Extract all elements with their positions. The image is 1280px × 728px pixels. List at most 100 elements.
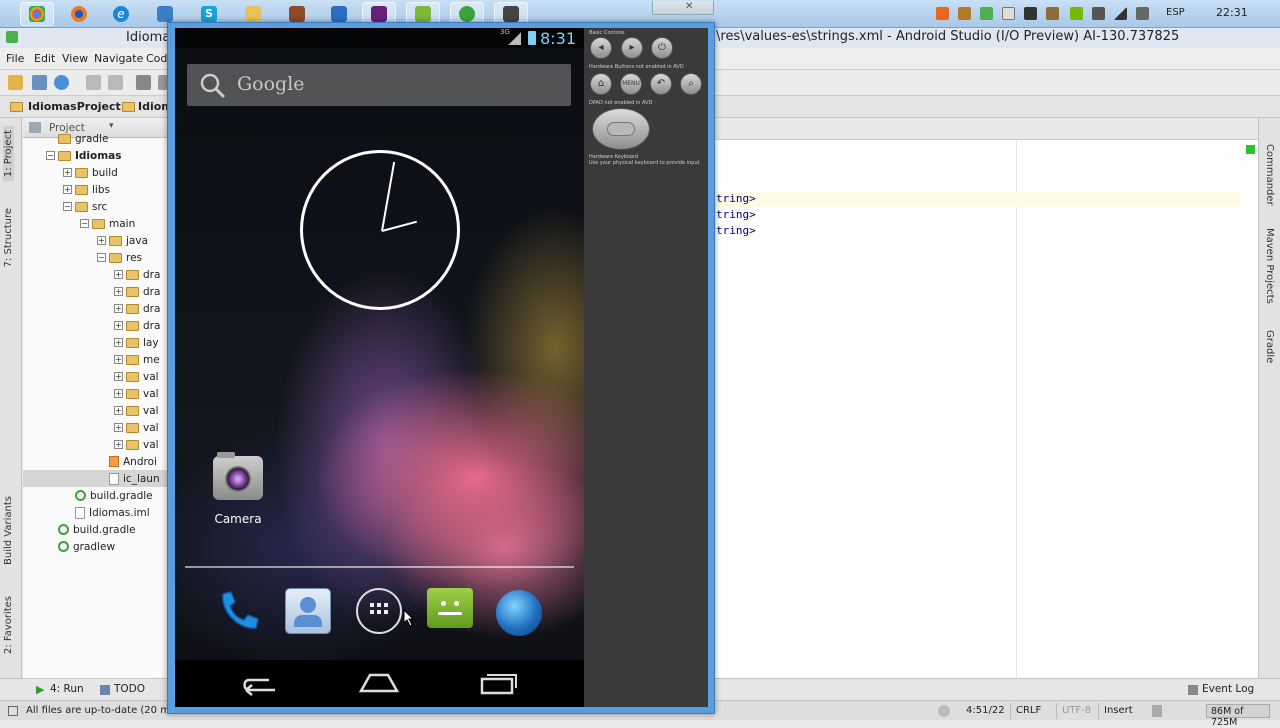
tree-item[interactable]: + lay bbox=[23, 334, 170, 351]
volume-icon[interactable] bbox=[1136, 7, 1149, 20]
caret-position[interactable]: 4:51/22 bbox=[966, 705, 1005, 716]
tree-item[interactable]: − src bbox=[23, 198, 170, 215]
save-icon[interactable] bbox=[32, 75, 47, 90]
tree-item[interactable]: − main bbox=[23, 215, 170, 232]
expand-icon[interactable]: + bbox=[114, 355, 123, 364]
sync-icon[interactable] bbox=[54, 75, 69, 90]
expand-icon[interactable]: + bbox=[114, 440, 123, 449]
tree-item[interactable]: + dra bbox=[23, 283, 170, 300]
expand-icon[interactable]: + bbox=[114, 321, 123, 330]
lock-icon[interactable] bbox=[1152, 705, 1162, 717]
power-button[interactable]: ⏻ bbox=[651, 37, 673, 59]
expand-icon[interactable]: + bbox=[114, 423, 123, 432]
tab-build-variants[interactable]: Build Variants bbox=[3, 496, 14, 565]
undo-icon[interactable] bbox=[86, 75, 101, 90]
tree-item[interactable]: + build bbox=[23, 164, 170, 181]
collapse-icon[interactable]: − bbox=[46, 151, 55, 160]
tree-item[interactable]: build.gradle bbox=[23, 521, 170, 538]
tree-item[interactable]: + java bbox=[23, 232, 170, 249]
tree-item[interactable]: + val bbox=[23, 402, 170, 419]
tree-item[interactable]: ic_laun bbox=[23, 470, 170, 487]
code-editor[interactable] bbox=[714, 140, 1258, 678]
apps-icon[interactable] bbox=[356, 588, 402, 634]
tray-app-icon[interactable] bbox=[1002, 7, 1015, 20]
language-indicator[interactable]: ESP bbox=[1166, 7, 1185, 18]
menu-navigate[interactable]: Navigate bbox=[94, 52, 143, 65]
code-line[interactable]: tring> bbox=[716, 208, 756, 221]
tray-app-icon[interactable] bbox=[1024, 7, 1037, 20]
taskbar-chrome-button[interactable] bbox=[20, 2, 54, 26]
tray-app-icon[interactable] bbox=[980, 7, 993, 20]
tree-item[interactable]: + val bbox=[23, 368, 170, 385]
redo-icon[interactable] bbox=[108, 75, 123, 90]
tree-item[interactable]: + val bbox=[23, 385, 170, 402]
phone-icon[interactable] bbox=[213, 586, 263, 636]
android-screen[interactable]: 3G 8:31 Google Camera bbox=[175, 28, 584, 707]
tree-item[interactable]: + val bbox=[23, 419, 170, 436]
tree-item[interactable]: − res bbox=[23, 249, 170, 266]
code-line[interactable]: tring> bbox=[716, 192, 756, 205]
expand-icon[interactable]: + bbox=[63, 185, 72, 194]
tab-todo[interactable]: TODO bbox=[114, 683, 145, 695]
expand-icon[interactable]: + bbox=[114, 270, 123, 279]
expand-icon[interactable]: + bbox=[114, 338, 123, 347]
tree-item[interactable]: build.gradle bbox=[23, 487, 170, 504]
back-hw-button[interactable]: ↶ bbox=[650, 73, 672, 95]
flag-icon[interactable] bbox=[1092, 7, 1105, 20]
dpad-control[interactable] bbox=[592, 108, 650, 150]
expand-icon[interactable]: + bbox=[63, 168, 72, 177]
tree-item[interactable]: Idiomas.iml bbox=[23, 504, 170, 521]
dpad-center-button[interactable] bbox=[607, 122, 635, 136]
search-hw-button[interactable]: ⌕ bbox=[680, 73, 702, 95]
messaging-icon[interactable] bbox=[427, 588, 473, 628]
insert-mode[interactable]: Insert bbox=[1104, 705, 1133, 716]
browser-icon[interactable] bbox=[496, 590, 542, 636]
wifi-icon[interactable] bbox=[1114, 7, 1127, 20]
tree-item[interactable]: + libs bbox=[23, 181, 170, 198]
tab-gradle[interactable]: Gradle bbox=[1264, 330, 1275, 363]
home-icon[interactable] bbox=[358, 671, 400, 695]
collapse-icon[interactable]: − bbox=[97, 253, 106, 262]
recent-apps-icon[interactable] bbox=[479, 670, 519, 696]
tab-commander[interactable]: Commander bbox=[1264, 144, 1275, 206]
close-icon[interactable]: ✕ bbox=[685, 1, 693, 12]
nvidia-icon[interactable] bbox=[1070, 7, 1083, 20]
settings-icon[interactable] bbox=[938, 705, 950, 717]
collapse-icon[interactable]: − bbox=[63, 202, 72, 211]
tree-item[interactable]: gradlew bbox=[23, 538, 170, 555]
tree-item[interactable]: + me bbox=[23, 351, 170, 368]
tree-item[interactable]: gradle bbox=[23, 130, 170, 147]
taskbar-firefox-button[interactable] bbox=[62, 2, 96, 26]
menu-edit[interactable]: Edit bbox=[34, 52, 55, 65]
volume-down-button[interactable]: ◂ bbox=[590, 37, 612, 59]
expand-icon[interactable]: + bbox=[114, 389, 123, 398]
tab-run[interactable]: 4: Run bbox=[50, 683, 84, 695]
volume-up-button[interactable]: ▸ bbox=[621, 37, 643, 59]
memory-indicator[interactable]: 86M of 725M bbox=[1206, 704, 1270, 728]
contacts-icon[interactable] bbox=[285, 588, 331, 634]
menu-hw-button[interactable]: MENU bbox=[620, 73, 642, 95]
tree-item[interactable]: + val bbox=[23, 436, 170, 453]
file-encoding[interactable]: UTF-8 bbox=[1062, 705, 1091, 716]
tab-favorites[interactable]: 2: Favorites bbox=[3, 596, 14, 654]
open-folder-icon[interactable] bbox=[8, 75, 23, 90]
cut-icon[interactable] bbox=[136, 75, 151, 90]
camera-app-icon[interactable] bbox=[213, 452, 263, 500]
tray-app-icon[interactable] bbox=[1046, 7, 1059, 20]
tray-app-icon[interactable] bbox=[936, 7, 949, 20]
tree-item[interactable]: − Idiomas bbox=[23, 147, 170, 164]
tree-item[interactable]: + dra bbox=[23, 317, 170, 334]
expand-icon[interactable]: + bbox=[97, 236, 106, 245]
expand-icon[interactable]: + bbox=[114, 304, 123, 313]
tree-item[interactable]: + dra bbox=[23, 266, 170, 283]
collapse-icon[interactable]: − bbox=[80, 219, 89, 228]
tray-app-icon[interactable] bbox=[958, 7, 971, 20]
expand-icon[interactable]: + bbox=[114, 372, 123, 381]
menu-file[interactable]: File bbox=[6, 52, 24, 65]
google-search-bar[interactable]: Google bbox=[187, 64, 571, 106]
menu-view[interactable]: View bbox=[62, 52, 88, 65]
taskbar-clock[interactable]: 22:31 bbox=[1216, 6, 1248, 19]
tree-item[interactable]: Androi bbox=[23, 453, 170, 470]
breadcrumb-project[interactable]: IdiomasProject bbox=[28, 100, 121, 113]
tab-event-log[interactable]: Event Log bbox=[1202, 683, 1254, 695]
